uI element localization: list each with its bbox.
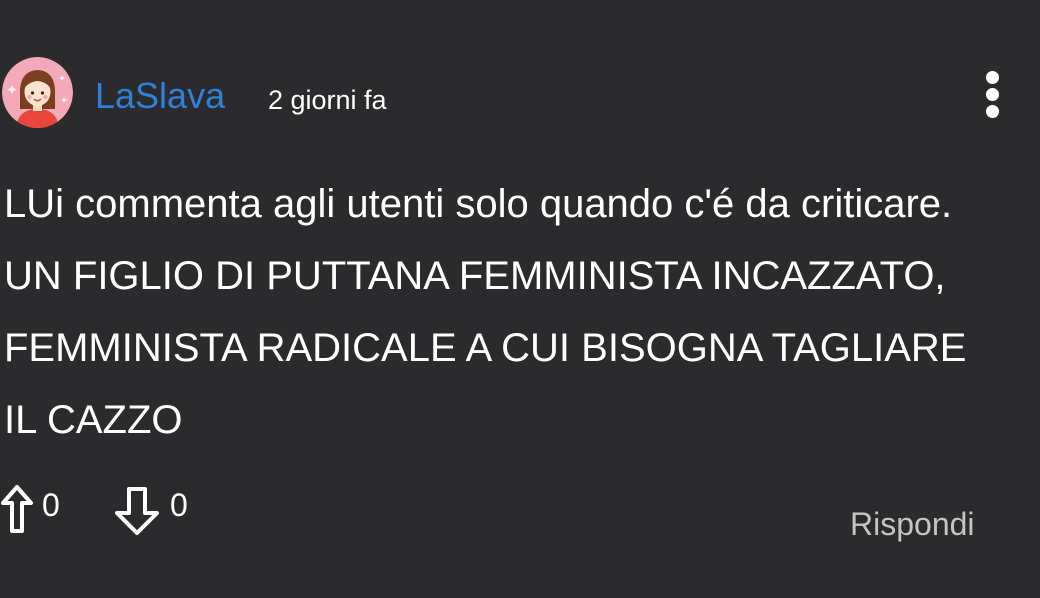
girl-avatar-icon <box>2 57 73 128</box>
timestamp: 2 giorni fa <box>268 85 387 115</box>
username[interactable]: LaSlava <box>95 72 225 120</box>
reply-button[interactable]: Rispondi <box>850 500 975 548</box>
comment-text: LUi commenta agli utenti solo quando c'é… <box>4 182 967 442</box>
more-vertical-icon <box>985 69 999 120</box>
downvote-button[interactable]: 0 <box>112 480 188 540</box>
upvote-button[interactable]: 0 <box>0 480 60 540</box>
comment-card: LaSlava 2 giorni fa LUi commenta agli ut… <box>0 0 1040 598</box>
downvote-count: 0 <box>170 486 188 523</box>
arrow-up-icon <box>1 485 33 533</box>
arrow-down-icon <box>115 487 159 535</box>
more-options-button[interactable] <box>972 64 1012 124</box>
avatar[interactable] <box>2 57 73 128</box>
upvote-count: 0 <box>42 486 60 523</box>
